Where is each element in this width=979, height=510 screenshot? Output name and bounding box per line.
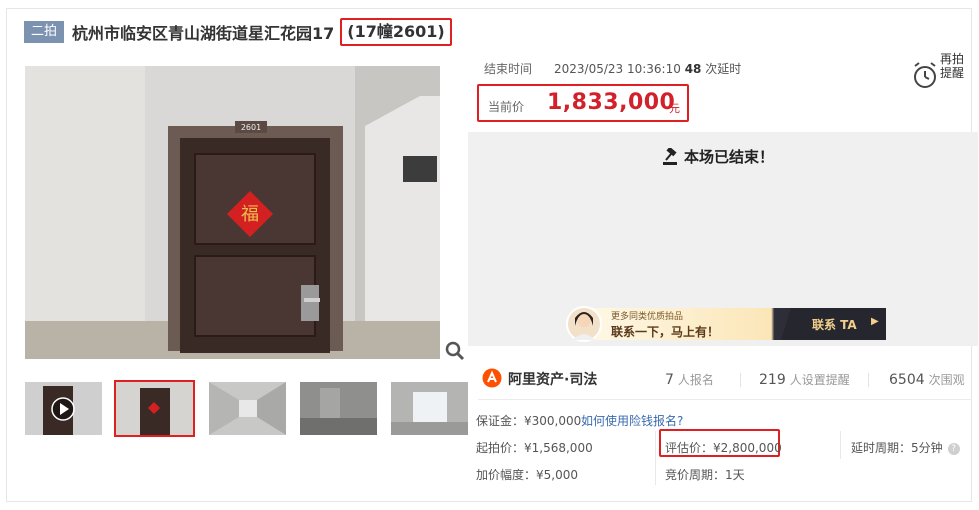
svg-text:福: 福: [241, 204, 259, 225]
bid-period: 竞价周期：1天: [665, 468, 745, 482]
end-time-label: 结束时间: [484, 62, 533, 76]
brand-name: 阿里资产·司法: [508, 372, 598, 388]
arrow-right-icon: ▶: [871, 316, 879, 327]
current-price-box: 当前价 1,833,000 元: [477, 84, 689, 122]
help-icon[interactable]: ?: [947, 442, 960, 455]
ali-assets-logo-icon: [482, 368, 502, 388]
property-unit-highlight: (17幢2601): [340, 18, 452, 46]
stat-reminders: 219 人设置提醒: [759, 372, 850, 388]
deposit: 保证金：¥300,000: [476, 414, 582, 428]
current-price-value: 1,833,000: [547, 90, 676, 115]
auction-ended-text: 本场已结束！: [684, 148, 775, 166]
ad-line1: 更多同类优质拍品: [611, 312, 684, 322]
start-price: 起拍价：¥1,568,000: [476, 441, 593, 455]
auction-details: 阿里资产·司法 7 人报名 219 人设置提醒 6504 次围观 保证金：¥300,0…: [470, 355, 972, 500]
remind-label: 再拍提醒: [940, 52, 965, 80]
stat-views: 6504 次围观: [889, 372, 965, 388]
gavel-icon: [663, 148, 677, 165]
auction-round-badge: 二拍: [24, 21, 65, 43]
property-title: 杭州市临安区青山湖街道星汇花园17: [72, 24, 335, 43]
title-row: 二拍 杭州市临安区青山湖街道星汇花园17 (17幢2601): [24, 18, 452, 46]
thumbnail-corridor[interactable]: [209, 382, 286, 435]
ad-line2: 联系一下，马上有！: [611, 325, 720, 339]
contact-banner[interactable]: 更多同类优质拍品 联系一下，马上有！ 联系 TA ▶: [566, 306, 886, 342]
price-unit: 元: [669, 102, 680, 115]
re-auction-remind-button[interactable]: 再拍提醒: [910, 52, 970, 92]
end-time: 2023/05/23 10:36:10: [554, 62, 681, 76]
zoom-icon[interactable]: [444, 340, 466, 362]
end-time-value: 2023/05/23 10:36:10 48 次延时: [554, 60, 741, 77]
eval-price: 评估价：¥2,800,000: [665, 441, 782, 455]
stat-registered: 7 人报名: [665, 372, 714, 388]
door-number: 2601: [241, 123, 261, 132]
thumbnail-window[interactable]: [391, 382, 468, 435]
divider: [478, 399, 972, 400]
bid-increment: 加价幅度：¥5,000: [476, 468, 578, 482]
thumbnail-room[interactable]: [300, 382, 377, 435]
deposit-help-link[interactable]: 如何使用险钱报名?: [581, 412, 683, 429]
auction-ended-panel: 本场已结束！ 更多同类优质拍品 联系一下，马上有！ 联系 TA ▶: [468, 132, 978, 346]
alarm-clock-icon: [914, 62, 936, 88]
main-photo[interactable]: 福 2601: [25, 66, 440, 359]
thumbnail-door[interactable]: [114, 380, 195, 437]
delay-period: 延时周期：5分钟?: [851, 439, 960, 456]
delay-count: 48: [684, 62, 702, 76]
thumbnail-video[interactable]: [25, 382, 102, 435]
current-price-label: 当前价: [488, 100, 525, 114]
contact-ta-button[interactable]: 联系 TA: [812, 316, 857, 333]
delay-suffix: 次延时: [705, 62, 742, 76]
auction-info: 结束时间 2023/05/23 10:36:10 48 次延时 再拍提醒 当前价…: [470, 44, 972, 130]
